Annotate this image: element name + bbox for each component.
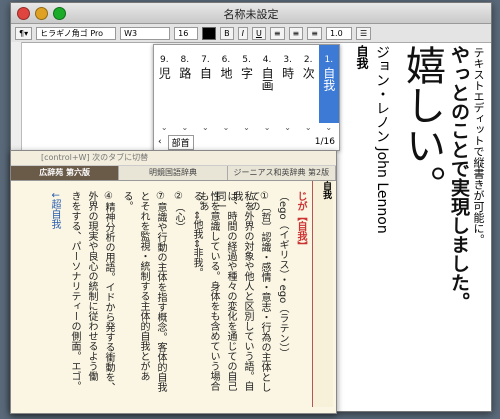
doc-line-happy[interactable]: 嬉しい。 [399, 45, 445, 205]
conversion-candidate-window: 9. 児 8. 路 7. 自 6. 地 5. 字 4. 自画 3. 時 2. 次 1. 自我 ⌄ ⌄… [153, 44, 340, 151]
chevron-down-icon[interactable]: ⌄ [154, 123, 175, 133]
doc-line-vertical-writing[interactable]: テキストエディットで縦書きが可能に。 [471, 47, 485, 245]
tab-meikyo[interactable]: 明鏡国語辞典 [119, 166, 228, 180]
align-center-button[interactable]: ≡ [288, 26, 304, 40]
align-left-button[interactable]: ≡ [269, 26, 285, 40]
candidate-number: 4. [262, 55, 272, 65]
candidate-number: 3. [283, 55, 292, 65]
entry-line: ④精神分析の用語。イドから発する衝動を、 [103, 191, 114, 392]
window-title: 名称未設定 [223, 8, 279, 21]
candidate-expand-row: ⌄ ⌄ ⌄ ⌄ ⌄ ⌄ ⌄ ⌄ ⌄ [154, 123, 339, 133]
font-size-field[interactable]: 16 [174, 26, 199, 40]
underline-button[interactable]: U [251, 26, 266, 40]
entry-line: ②（心） [173, 191, 184, 232]
candidate-text: 字 [239, 67, 254, 79]
chevron-left-icon[interactable]: ‹ [158, 137, 162, 147]
entry-line: きをする、パーソナリティーの側面。エゴ。 [69, 191, 80, 391]
candidate-number: 7. [201, 55, 210, 65]
chevron-down-icon[interactable]: ⌄ [277, 123, 298, 133]
candidate-5[interactable]: 5. 字 [236, 45, 257, 123]
chevron-down-icon[interactable]: ⌄ [319, 123, 340, 133]
text-color-swatch[interactable] [202, 26, 217, 40]
line-spacing-select[interactable]: 1.0 [325, 26, 352, 40]
radical-tag[interactable]: 部首 [167, 134, 194, 150]
candidate-7[interactable]: 7. 自 [195, 45, 216, 123]
candidate-number: 2. [303, 55, 313, 65]
tab-genius[interactable]: ジーニアス和英辞典 第2版 [227, 166, 336, 180]
candidate-9[interactable]: 9. 児 [154, 45, 175, 123]
candidate-3[interactable]: 3. 時 [277, 45, 298, 123]
candidate-number: 6. [221, 55, 231, 65]
entry-line: 外界の現実や良心の統制に従わせるよう働 [86, 191, 97, 381]
doc-line-input[interactable]: 自我 [355, 45, 369, 69]
chevron-down-icon[interactable]: ⌄ [236, 123, 257, 133]
candidate-list: 9. 児 8. 路 7. 自 6. 地 5. 字 4. 自画 3. 時 2. 次 1. 自我 [154, 45, 340, 123]
candidate-text: 自画 [260, 67, 275, 91]
bold-button[interactable]: B [220, 26, 234, 40]
font-family-select[interactable]: ヒラギノ角ゴ Pro [36, 26, 117, 40]
title-bar[interactable]: 名称未設定 [11, 3, 491, 24]
doc-line-realized[interactable]: やっとのことで実現しました。 [448, 45, 470, 311]
chevron-down-icon[interactable]: ⌄ [195, 123, 216, 133]
font-weight-select[interactable]: W3 [120, 26, 171, 40]
candidate-text: 地 [218, 67, 233, 79]
candidate-6[interactable]: 6. 地 [216, 45, 237, 123]
entry-line: る。⇔他我⇔非我。 [191, 191, 202, 278]
dictionary-tabs: 広辞苑 第六版 明鏡国語辞典 ジーニアス和英辞典 第2版 [11, 166, 336, 181]
candidate-number: 8. [180, 55, 190, 65]
candidate-footer: ‹ 部首 1/16 [154, 134, 339, 150]
italic-button[interactable]: I [237, 26, 248, 40]
cross-reference-link[interactable]: ↓超自我 [49, 191, 60, 396]
dictionary-panel: [control+W] 次のタブに切替 広辞苑 第六版 明鏡国語辞典 ジーニアス… [10, 150, 337, 414]
candidate-text: 自我 [321, 67, 336, 91]
candidate-number: 5. [242, 55, 251, 65]
candidate-text: 自 [198, 67, 213, 79]
chevron-down-icon[interactable]: ⌄ [216, 123, 237, 133]
dictionary-entry: 自我 じが【自我】 （ego（イギリス）・ego（ラテン）） ①〔哲〕認識・感情… [11, 181, 336, 407]
entry-line: ⑦意識や行動の主体を指す概念。客体的自我 [155, 191, 166, 392]
entry-line: とそれを監視・統制する主体的自我とがあ [138, 191, 149, 381]
tab-kojien[interactable]: 広辞苑 第六版 [11, 166, 120, 180]
chevron-down-icon[interactable]: ⌄ [257, 123, 278, 133]
style-menu-button[interactable]: ¶▾ [15, 26, 33, 40]
entry-headword: 自我 [312, 181, 333, 407]
candidate-1-selected[interactable]: 1. 自我 [318, 45, 340, 123]
candidate-text: 時 [280, 67, 295, 79]
candidate-page-count: 1/16 [314, 137, 335, 147]
candidate-2[interactable]: 2. 次 [298, 45, 319, 123]
list-button[interactable]: ☰ [355, 26, 372, 40]
candidate-text: 次 [301, 67, 316, 79]
candidate-number: 9. [159, 55, 169, 65]
candidate-text: 路 [177, 67, 192, 79]
align-right-button[interactable]: ≡ [307, 26, 322, 40]
entry-line: る。 [121, 191, 132, 211]
candidate-number: 1. [324, 55, 334, 65]
chevron-down-icon[interactable]: ⌄ [298, 123, 319, 133]
entry-heading: じが【自我】 [295, 191, 306, 251]
chevron-down-icon[interactable]: ⌄ [175, 123, 196, 133]
candidate-4[interactable]: 4. 自画 [257, 45, 278, 123]
tab-switch-hint: [control+W] 次のタブに切替 [11, 151, 336, 166]
format-toolbar: ¶▾ ヒラギノ角ゴ Pro W3 16 B I U ≡ ≡ ≡ 1.0 ☰ [11, 24, 491, 43]
candidate-8[interactable]: 8. 路 [175, 45, 196, 123]
candidate-text: 児 [157, 67, 172, 79]
doc-line-john-lennon[interactable]: ジョン・レノン John Lennon [373, 45, 390, 234]
entry-etymology: （ego（イギリス）・ego（ラテン）） [277, 191, 288, 359]
